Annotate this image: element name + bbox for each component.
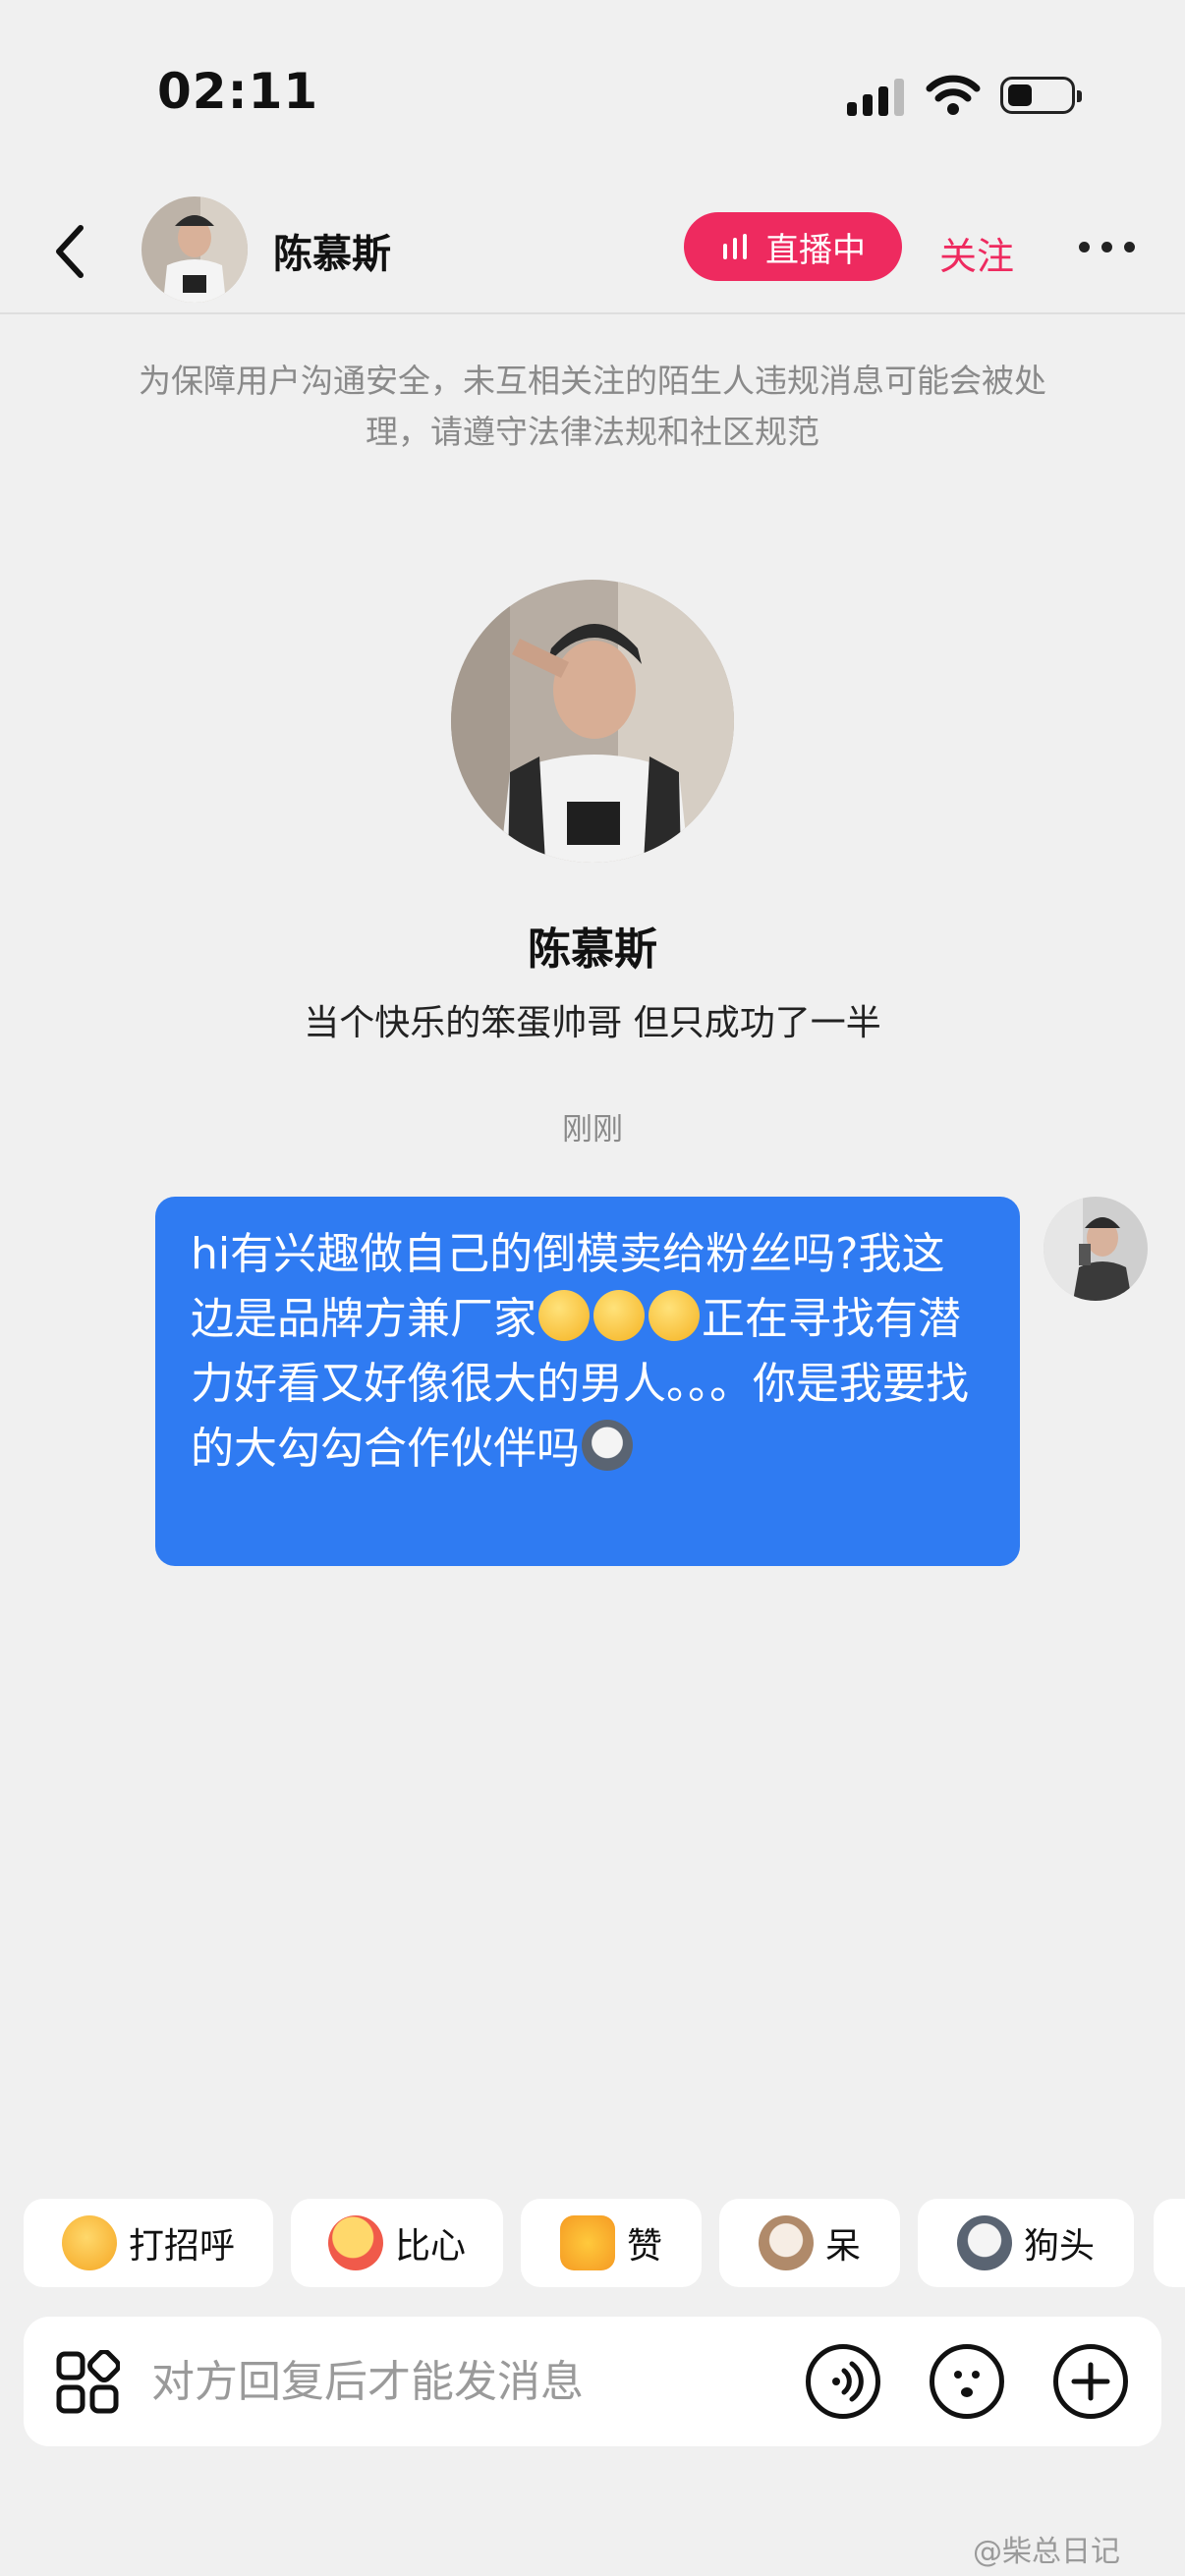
message-timestamp: 刚刚 (562, 1112, 623, 1148)
more-options-icon[interactable] (1079, 242, 1136, 253)
wifi-icon (926, 75, 981, 115)
back-arrow-icon[interactable] (47, 222, 94, 281)
live-now-button[interactable]: 直播中 (684, 212, 902, 281)
add-plus-icon[interactable] (1053, 2344, 1128, 2419)
cat-face-icon (758, 2215, 814, 2270)
header-contact-name: 陈慕斯 (273, 232, 391, 277)
quick-reply-label: 比心 (394, 2226, 466, 2267)
follow-button[interactable]: 关注 (939, 226, 1014, 280)
quick-reply-daze[interactable]: 呆 (719, 2199, 900, 2287)
contact-avatar[interactable] (141, 196, 248, 303)
live-label: 直播中 (765, 230, 866, 270)
profile-name: 陈慕斯 (528, 924, 657, 975)
quick-reply-heart[interactable]: 比心 (291, 2199, 503, 2287)
apps-grid-icon[interactable] (55, 2350, 120, 2415)
quick-reply-dog-head[interactable]: 狗头 (918, 2199, 1134, 2287)
quick-reply-label: 呆 (824, 2226, 861, 2267)
pleading-face-emoji-icon (649, 1290, 700, 1341)
quick-reply-label: 狗头 (1023, 2226, 1095, 2267)
voice-message-icon[interactable] (806, 2344, 880, 2419)
chat-header: 陈慕斯 直播中 关注 (0, 183, 1185, 314)
wave-emoji-icon (61, 2215, 117, 2270)
sent-message-bubble[interactable]: hi有兴趣做自己的倒模卖给粉丝吗?我这边是品牌方兼厂家 正在寻找有潜力好看又好像很… (155, 1197, 1020, 1566)
message-input[interactable] (151, 2346, 780, 2417)
cellular-signal-icon (847, 79, 904, 116)
heart-hands-emoji-icon (327, 2215, 383, 2270)
profile-avatar[interactable] (451, 580, 734, 863)
quick-reply-wave[interactable]: 打招呼 (24, 2199, 273, 2287)
quick-reply-more[interactable] (1154, 2199, 1185, 2287)
dog-head-emoji-icon (582, 1420, 633, 1471)
emoji-icon[interactable] (930, 2344, 1004, 2419)
profile-bio: 当个快乐的笨蛋帅哥 但只成功了一半 (304, 1003, 881, 1043)
quick-reply-label: 打招呼 (128, 2226, 235, 2267)
pleading-face-emoji-icon (538, 1290, 590, 1341)
battery-icon (1000, 77, 1082, 114)
my-avatar[interactable] (1044, 1197, 1148, 1301)
message-input-bar (24, 2317, 1161, 2446)
quick-reply-label: 赞 (626, 2226, 662, 2267)
weibo-watermark: @柴总日记 (973, 2535, 1120, 2569)
pleading-face-emoji-icon (593, 1290, 645, 1341)
thumbs-up-icon (559, 2215, 615, 2270)
quick-reply-like[interactable]: 赞 (521, 2199, 702, 2287)
live-bars-icon (723, 234, 747, 259)
status-time: 02:11 (157, 63, 319, 120)
dog-head-icon (956, 2215, 1012, 2270)
safety-notice: 为保障用户沟通安全，未互相关注的陌生人违规消息可能会被处理，请遵守法律法规和社区… (139, 362, 1046, 451)
